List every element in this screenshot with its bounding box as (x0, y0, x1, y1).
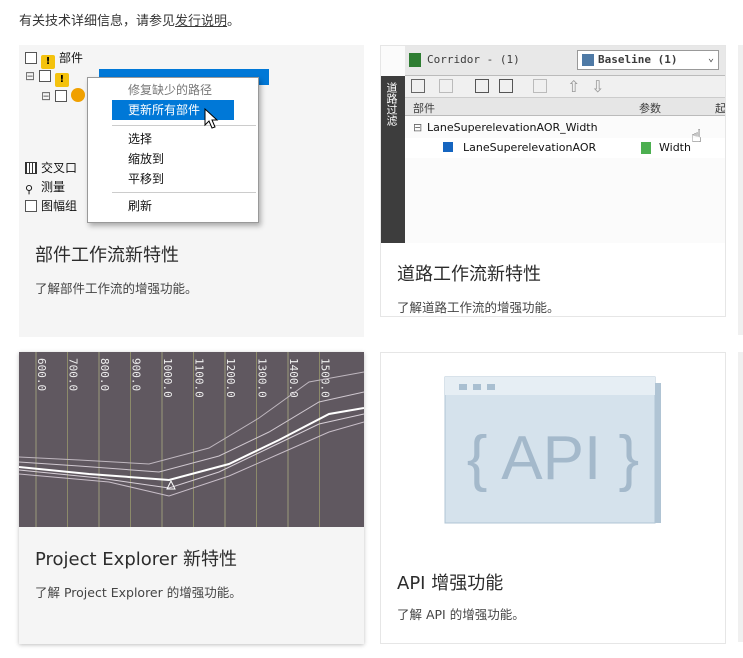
card-project-explorer[interactable]: 600.0 700.0 800.0 900.0 1000.0 1100.0 1200.0 13… (19, 352, 364, 644)
profile-line (19, 407, 364, 482)
corridor-row-2: LaneSuperelevationAOR Width 2+ (405, 138, 725, 158)
add-icon (411, 79, 425, 93)
baseline-value: Baseline (1) (598, 53, 678, 66)
context-menu: 修复缺少的路径 更新所有部件 选择 缩放到 平移到 刷新 (87, 77, 259, 223)
corridor-toolbar: ⇧ ⇩ (405, 76, 725, 98)
station-tick-label: 1400.0 (287, 358, 300, 398)
parts-tree-screenshot: ! 部件 ⊟ ! ⊟ 交叉口 ⚲ 测量 图幅组 修复缺少的路径 更新所有部件 选择 … (19, 45, 364, 230)
export-icon (499, 79, 513, 93)
station-tick-label: 1300.0 (256, 358, 269, 398)
project-explorer-screenshot: 600.0 700.0 800.0 900.0 1000.0 1100.0 1200.0 13… (19, 352, 364, 527)
next-card-edge (738, 352, 743, 642)
station-tick-label: 600.0 (35, 358, 48, 391)
warning-icon (70, 88, 85, 102)
import-icon (475, 79, 489, 93)
card-description: 了解 Project Explorer 的增强功能。 (35, 585, 242, 600)
survey-icon: ⚲ (25, 183, 34, 196)
station-tick-label: 1000.0 (161, 358, 174, 398)
card-parts-workflow[interactable]: ! 部件 ⊟ ! ⊟ 交叉口 ⚲ 测量 图幅组 修复缺少的路径 更新所有部件 选择 … (19, 45, 364, 337)
tree-item-grandchild: ⊟ (41, 87, 89, 105)
menu-item-refresh: 刷新 (128, 199, 153, 213)
col-part: 部件 (413, 102, 435, 115)
next-card-edge (738, 45, 743, 335)
mouse-pointer-icon (204, 108, 219, 129)
menu-item-pan: 平移到 (128, 172, 165, 186)
col-start: 起 (715, 102, 726, 115)
tree-label: 交叉口 (41, 161, 78, 175)
sidebar-label: 道路过滤 (385, 82, 398, 126)
corridor-icon (409, 53, 421, 67)
page-icon (25, 52, 37, 64)
menu-separator (112, 125, 256, 126)
api-graphic-text: { API } (467, 424, 639, 493)
menu-item-repair-paths: 修复缺少的路径 (128, 83, 213, 97)
profile-line (19, 421, 364, 497)
page-icon (54, 90, 67, 102)
intersection-icon (25, 162, 37, 174)
release-notes-link[interactable]: 发行说明 (175, 14, 227, 29)
tree-item-child: ⊟ ! (25, 67, 73, 87)
hand-cursor-icon: ☝ (691, 126, 702, 147)
chevron-down-icon: ⌄ (707, 53, 714, 64)
intro-suffix: 。 (227, 14, 241, 29)
tree-label: 测量 (41, 180, 66, 194)
page-icon (38, 70, 51, 82)
card-title: 部件工作流新特性 (35, 245, 179, 266)
card-description: 了解 API 的增强功能。 (397, 607, 525, 622)
corridor-title: Corridor - (1) (427, 53, 520, 66)
station-tick-label: 700.0 (67, 358, 80, 391)
warning-icon: ! (54, 73, 69, 87)
menu-separator (112, 192, 256, 193)
profile-chart: 600.0 700.0 800.0 900.0 1000.0 1100.0 1200.0 13… (19, 352, 364, 527)
api-graphic: { API } (381, 353, 725, 553)
row-param: Width (659, 141, 691, 154)
corridor-row-1: ⊟ LaneSuperelevationAOR_Width (405, 118, 725, 138)
tree-item-parts: ! 部件 (25, 49, 84, 69)
corridor-filter-sidebar: 道路过滤 (381, 76, 405, 243)
col-param: 参数 (639, 102, 661, 115)
param-icon (641, 142, 651, 154)
row-part-name: LaneSuperelevationAOR_Width (427, 121, 598, 134)
tree-label: 部件 (59, 51, 84, 65)
card-description: 了解部件工作流的增强功能。 (35, 281, 198, 296)
card-title: 道路工作流新特性 (397, 264, 541, 285)
card-title: API 增强功能 (397, 573, 504, 594)
view-frame-icon (25, 200, 37, 212)
profile-line (19, 413, 364, 489)
menu-item-zoom: 缩放到 (128, 152, 165, 166)
corridor-panel-screenshot: Corridor - (1) Baseline (1) ⌄ 道路过滤 ⇧ ⇩ 部… (381, 46, 726, 243)
tree-label: 图幅组 (41, 199, 78, 213)
intro-text: 有关技术详细信息，请参见发行说明。 (19, 10, 240, 29)
arrow-down-icon: ⇩ (591, 77, 605, 96)
tree-item-survey: ⚲ 测量 (25, 178, 65, 196)
api-window-illustration: { API } (444, 376, 661, 524)
baseline-icon (582, 54, 594, 66)
card-corridor-workflow[interactable]: Corridor - (1) Baseline (1) ⌄ 道路过滤 ⇧ ⇩ 部… (380, 45, 726, 317)
arrow-up-icon: ⇧ (567, 77, 581, 96)
baseline-dropdown: Baseline (1) ⌄ (577, 50, 719, 70)
tree-item-intersections: 交叉口 (25, 159, 77, 177)
pin-icon (533, 79, 547, 93)
card-description: 了解道路工作流的增强功能。 (397, 300, 560, 315)
card-api[interactable]: { API } API 增强功能 了解 API 的增强功能。 (380, 352, 726, 644)
station-tick-label: 1100.0 (193, 358, 206, 398)
corridor-titlebar: Corridor - (1) Baseline (1) ⌄ (405, 46, 725, 76)
delete-icon (439, 79, 453, 93)
station-tick-label: 1200.0 (224, 358, 237, 398)
corridor-table-header: 部件 参数 起 (405, 98, 726, 116)
subassembly-icon (443, 142, 453, 152)
row-subassembly-name: LaneSuperelevationAOR (463, 141, 597, 154)
menu-item-select: 选择 (128, 132, 153, 146)
station-tick-label: 800.0 (98, 358, 111, 391)
tree-item-view-frames: 图幅组 (25, 197, 77, 215)
card-title: Project Explorer 新特性 (35, 549, 237, 570)
station-tick-label: 900.0 (130, 358, 143, 391)
intro-prefix: 有关技术详细信息，请参见 (19, 14, 176, 29)
